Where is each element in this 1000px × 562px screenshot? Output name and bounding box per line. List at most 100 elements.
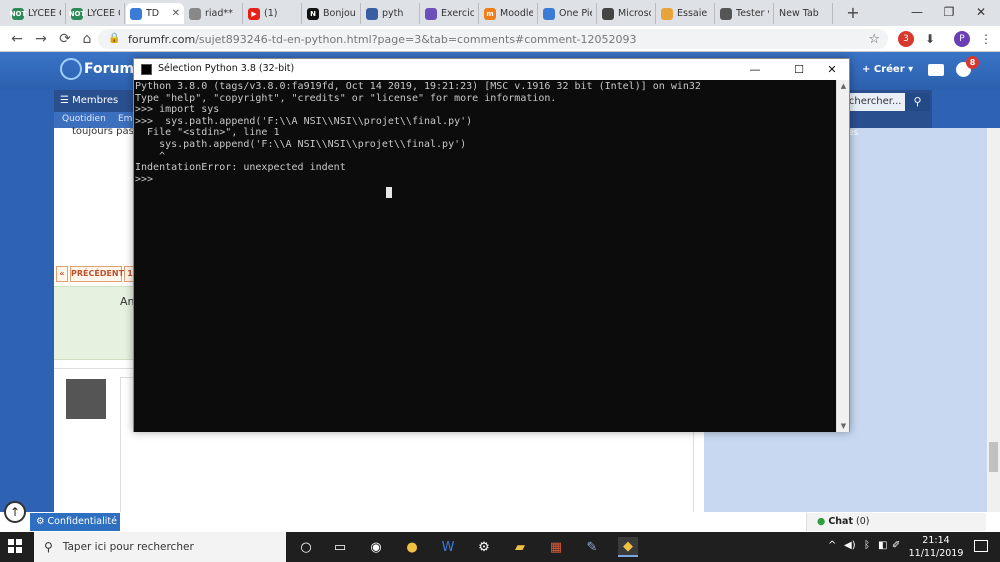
- create-button[interactable]: + Créer ▾: [862, 64, 913, 75]
- python-scrollbar[interactable]: ▲ ▼: [836, 80, 849, 432]
- tab-favicon-icon: N: [307, 7, 319, 20]
- browser-tab[interactable]: ▶ (1): [244, 3, 302, 24]
- windows-start-icon[interactable]: [8, 539, 22, 553]
- minimize-browser-button[interactable]: —: [904, 2, 930, 22]
- browser-tab[interactable]: riad**: [185, 3, 243, 24]
- site-logo[interactable]: ForumF: [60, 58, 144, 80]
- browser-tab[interactable]: m Moodle: [480, 3, 538, 24]
- browser-tab[interactable]: TD ✕: [126, 3, 184, 24]
- python-minimize-button[interactable]: —: [740, 60, 770, 79]
- nav-membres[interactable]: ☰ Membres: [60, 95, 118, 106]
- python-console-output[interactable]: Python 3.8.0 (tags/v3.8.0:fa919fd, Oct 1…: [134, 80, 836, 432]
- privacy-button[interactable]: ⚙ Confidentialité: [30, 513, 120, 531]
- python-maximize-button[interactable]: ☐: [784, 60, 814, 79]
- browser-menu-icon[interactable]: ⋮: [978, 31, 994, 47]
- bluetooth-icon[interactable]: ᛒ: [864, 540, 870, 551]
- subnav-emp[interactable]: Em: [118, 114, 132, 124]
- url-text: forumfr.com/sujet893246-td-en-python.htm…: [128, 32, 637, 46]
- post-text: toujours pas: [72, 126, 134, 137]
- browser-tab[interactable]: Essaie d: [657, 3, 715, 24]
- home-icon[interactable]: ⌂: [78, 30, 96, 48]
- maximize-browser-button[interactable]: ❐: [936, 2, 962, 22]
- close-tab-icon[interactable]: ✕: [169, 8, 180, 19]
- word-icon[interactable]: W: [438, 537, 458, 557]
- tab-title: LYCEE C: [28, 8, 61, 19]
- search-icon[interactable]: ⚲: [905, 93, 930, 111]
- file-explorer-icon[interactable]: ▰: [510, 537, 530, 557]
- python-window-title: Sélection Python 3.8 (32-bit): [158, 63, 295, 74]
- browser-tab[interactable]: pyth: [362, 3, 420, 24]
- browser-tab[interactable]: New Tab: [775, 3, 833, 24]
- gear-icon: ⚙: [36, 516, 48, 527]
- scroll-up-icon[interactable]: ▲: [837, 80, 850, 92]
- extension-icon[interactable]: 3: [898, 31, 914, 47]
- tab-favicon-icon: [602, 7, 614, 20]
- python-idle-icon[interactable]: ✎: [582, 537, 602, 557]
- scroll-top-icon[interactable]: ↑: [4, 501, 26, 523]
- steam-icon[interactable]: ◉: [366, 537, 386, 557]
- browser-tab[interactable]: NOTLYCEE C: [67, 3, 125, 24]
- subnav-quotidien[interactable]: Quotidien: [62, 114, 106, 124]
- user-avatar: [66, 379, 106, 419]
- console-line: >>>: [135, 173, 154, 185]
- tab-favicon-icon: m: [484, 7, 496, 20]
- python-title-bar[interactable]: Sélection Python 3.8 (32-bit) — ☐ ✕: [134, 59, 849, 80]
- previous-page-button[interactable]: PRÉCÉDENT: [70, 266, 124, 282]
- close-browser-button[interactable]: ✕: [968, 2, 994, 22]
- cortana-icon[interactable]: ○: [296, 537, 316, 557]
- tab-favicon-icon: [543, 7, 555, 20]
- browser-tab[interactable]: Microsc: [598, 3, 656, 24]
- taskbar-clock[interactable]: 21:14 11/11/2019: [906, 534, 966, 560]
- browser-tab[interactable]: N Bonjour: [303, 3, 361, 24]
- new-tab-button[interactable]: +: [843, 4, 863, 22]
- pen-icon[interactable]: ✐: [892, 540, 900, 551]
- tab-title: Exercic: [441, 8, 474, 19]
- tab-favicon-icon: [366, 7, 378, 20]
- pagination: « PRÉCÉDENT 1: [54, 266, 136, 282]
- browser-tab[interactable]: One Pie: [539, 3, 597, 24]
- tab-title: riad**: [205, 8, 233, 19]
- volume-icon[interactable]: ◀): [844, 540, 856, 551]
- tab-title: New Tab: [779, 8, 819, 19]
- python-app-icon: [141, 64, 152, 75]
- python-close-button[interactable]: ✕: [817, 60, 847, 79]
- console-line: >>> sys.path.append('F:\\A NSI\\NSI\\pro…: [135, 115, 473, 127]
- browser-tab[interactable]: Exercic: [421, 3, 479, 24]
- profile-avatar[interactable]: P: [954, 31, 970, 47]
- first-page-button[interactable]: «: [56, 266, 68, 282]
- tray-chevron-icon[interactable]: ^: [828, 540, 836, 551]
- tab-title: pyth: [382, 8, 404, 19]
- python-taskbar-icon[interactable]: ◆: [618, 537, 638, 557]
- console-line: ^: [135, 150, 166, 162]
- chat-bar[interactable]: ● Chat (0): [806, 513, 986, 531]
- tab-favicon-icon: [130, 7, 142, 20]
- taskbar-search-input[interactable]: ⚲ Taper ici pour rechercher: [34, 532, 286, 562]
- task-view-icon[interactable]: ▭: [330, 537, 350, 557]
- chat-dot-icon: ●: [817, 516, 829, 527]
- app-icon[interactable]: ▦: [546, 537, 566, 557]
- tab-title: Moodle: [500, 8, 533, 19]
- address-bar[interactable]: 🔒 forumfr.com/sujet893246-td-en-python.h…: [98, 29, 888, 49]
- action-center-icon[interactable]: [974, 540, 988, 552]
- console-line: Python 3.8.0 (tags/v3.8.0:fa919fd, Oct 1…: [135, 81, 701, 92]
- scroll-down-icon[interactable]: ▼: [837, 420, 850, 432]
- forward-icon[interactable]: →: [32, 30, 50, 48]
- tab-favicon-icon: NOT: [9, 7, 27, 20]
- tab-title: LYCEE C: [87, 8, 120, 19]
- bookmark-star-icon[interactable]: ☆: [868, 32, 880, 47]
- extension-arrow-icon[interactable]: ⬇: [922, 31, 938, 47]
- console-line: Type "help", "copyright", "credits" or "…: [135, 92, 557, 104]
- settings-icon[interactable]: ⚙: [474, 537, 494, 557]
- search-icon: ⚲: [44, 540, 53, 554]
- tab-favicon-icon: [661, 7, 673, 20]
- tab-title: TD: [146, 8, 160, 19]
- page-scrollbar-thumb[interactable]: [989, 442, 998, 472]
- browser-tab[interactable]: NOTLYCEE C: [8, 3, 66, 24]
- network-icon[interactable]: ◧: [878, 540, 887, 551]
- back-icon[interactable]: ←: [8, 30, 26, 48]
- browser-tab[interactable]: Tester v: [716, 3, 774, 24]
- mail-icon[interactable]: [928, 64, 944, 76]
- chrome-icon[interactable]: ●: [402, 537, 422, 557]
- python-console-window[interactable]: Sélection Python 3.8 (32-bit) — ☐ ✕ Pyth…: [133, 58, 850, 432]
- reload-icon[interactable]: ⟳: [56, 30, 74, 48]
